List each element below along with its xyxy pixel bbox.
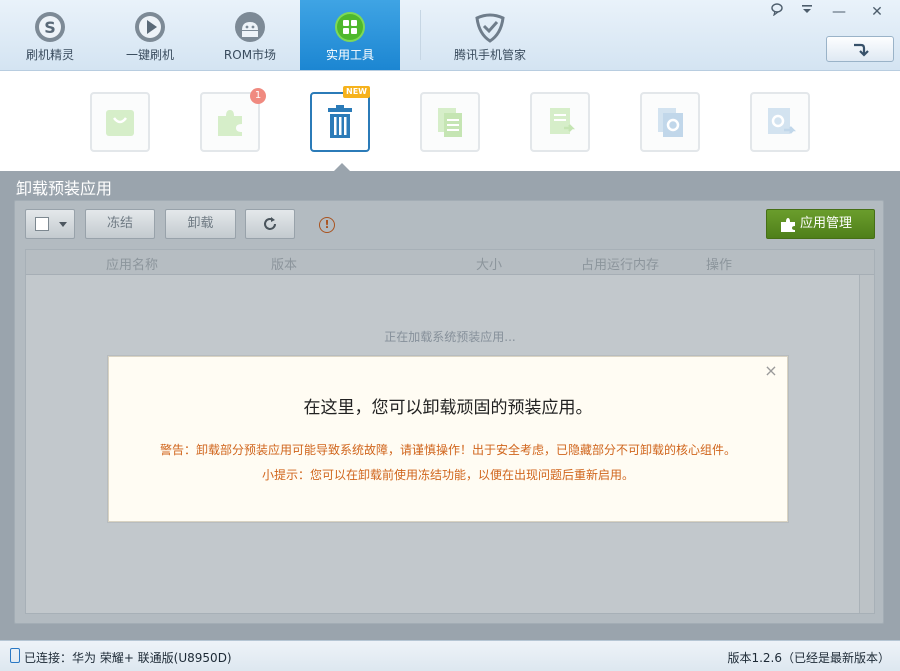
bag-icon (106, 110, 134, 136)
tool-settings-doc[interactable] (640, 92, 700, 152)
doc-export-icon (550, 108, 576, 134)
settings-doc-icon (658, 108, 683, 137)
refresh-icon (264, 217, 276, 230)
column-app-name[interactable]: 应用名称 (106, 254, 158, 273)
minimize-button[interactable]: — (825, 2, 853, 22)
table-scrollbar[interactable] (859, 275, 874, 613)
tab-one-click-flash[interactable]: 一键刷机 (100, 0, 200, 70)
dialog-tip: 小提示：您可以在卸载前使用冻结功能，以便在出现问题后重新启用。 (261, 468, 634, 482)
tab-label: 腾讯手机管家 (453, 48, 526, 62)
settings-export-icon (768, 108, 797, 134)
phone-icon (10, 648, 20, 663)
update-button[interactable] (826, 36, 894, 62)
svg-text:S: S (44, 18, 56, 37)
puzzle-icon (781, 218, 795, 232)
documents-icon (438, 108, 462, 137)
arrow-turn-down-icon (854, 43, 869, 57)
dialog-close-button[interactable]: × (763, 363, 779, 379)
dropdown-menu-icon (802, 5, 812, 13)
feedback-button[interactable] (763, 2, 791, 22)
section-title: 卸载预装应用 (16, 179, 113, 198)
close-button[interactable]: ✕ (863, 2, 891, 22)
app-manage-label: 应用管理 (800, 216, 853, 231)
shield-check-icon (475, 13, 505, 43)
tab-label: 一键刷机 (125, 48, 174, 62)
table-header: 应用名称 版本 大小 占用运行内存 操作 (26, 250, 874, 275)
top-nav: S 刷机精灵 一键刷机 ROM市场 实用工具 腾讯手机管家 — ✕ (0, 0, 900, 71)
uninstall-button[interactable]: 卸载 (165, 209, 236, 239)
app-manage-button[interactable]: 应用管理 (766, 209, 875, 239)
tool-documents[interactable] (420, 92, 480, 152)
tab-useful-tools[interactable]: 实用工具 (300, 0, 400, 70)
connection-status: 已连接：华为 荣耀+ 联通版(U8950D) (24, 651, 232, 665)
tool-strip: 1 NEW (0, 71, 900, 171)
play-circle-icon (135, 12, 165, 42)
version-status: 版本1.2.6（已经是最新版本） (727, 651, 890, 665)
chat-bubble-icon (771, 3, 783, 17)
tool-uninstall-preinstalled[interactable]: NEW (310, 86, 370, 152)
select-all-checkbox[interactable] (35, 217, 49, 231)
tool-app-store[interactable] (90, 92, 150, 152)
loading-text: 正在加载系统预装应用... (384, 330, 516, 344)
puzzle-icon (218, 110, 242, 136)
tab-label: ROM市场 (223, 48, 277, 62)
freeze-button[interactable]: 冻结 (85, 209, 155, 239)
shuaji-logo-icon: S (35, 12, 65, 42)
tab-rom-market[interactable]: ROM市场 (200, 0, 300, 70)
trash-icon (328, 105, 352, 138)
tab-label: 刷机精灵 (25, 48, 74, 62)
android-icon (235, 12, 265, 42)
tab-tencent-phone-manager[interactable]: 腾讯手机管家 (440, 0, 540, 70)
menu-button[interactable] (793, 2, 821, 22)
apps-grid-icon (335, 12, 365, 42)
nav-divider (420, 10, 421, 60)
notification-badge: 1 (250, 88, 266, 104)
warning-circle-icon[interactable]: ! (319, 217, 335, 233)
dialog-title: 在这里，您可以卸载顽固的预装应用。 (303, 398, 593, 418)
column-size[interactable]: 大小 (476, 254, 502, 273)
dialog-warning: 警告：卸载部分预装应用可能导致系统故障，请谨慎操作！出于安全考虑，已隐藏部分不可… (159, 443, 736, 457)
tab-shuaji-jingling[interactable]: S 刷机精灵 (0, 0, 100, 70)
new-badge: NEW (343, 86, 370, 98)
chevron-down-icon (59, 222, 67, 227)
reload-button[interactable] (245, 209, 295, 239)
status-bar: 已连接：华为 荣耀+ 联通版(U8950D) 版本1.2.6（已经是最新版本） (0, 640, 900, 671)
column-memory[interactable]: 占用运行内存 (581, 254, 659, 273)
tool-plugins[interactable]: 1 (200, 88, 266, 152)
app-window: S 刷机精灵 一键刷机 ROM市场 实用工具 腾讯手机管家 — ✕ 1 NEW … (0, 0, 900, 671)
select-all-dropdown[interactable] (25, 209, 75, 239)
tool-settings-export[interactable] (750, 92, 810, 152)
active-tool-pointer (333, 163, 351, 172)
tab-label: 实用工具 (325, 48, 374, 62)
tool-doc-export[interactable] (530, 92, 590, 152)
column-actions: 操作 (706, 258, 733, 273)
column-version[interactable]: 版本 (271, 254, 297, 273)
info-dialog: × 在这里，您可以卸载顽固的预装应用。 警告：卸载部分预装应用可能导致系统故障，… (108, 356, 788, 522)
